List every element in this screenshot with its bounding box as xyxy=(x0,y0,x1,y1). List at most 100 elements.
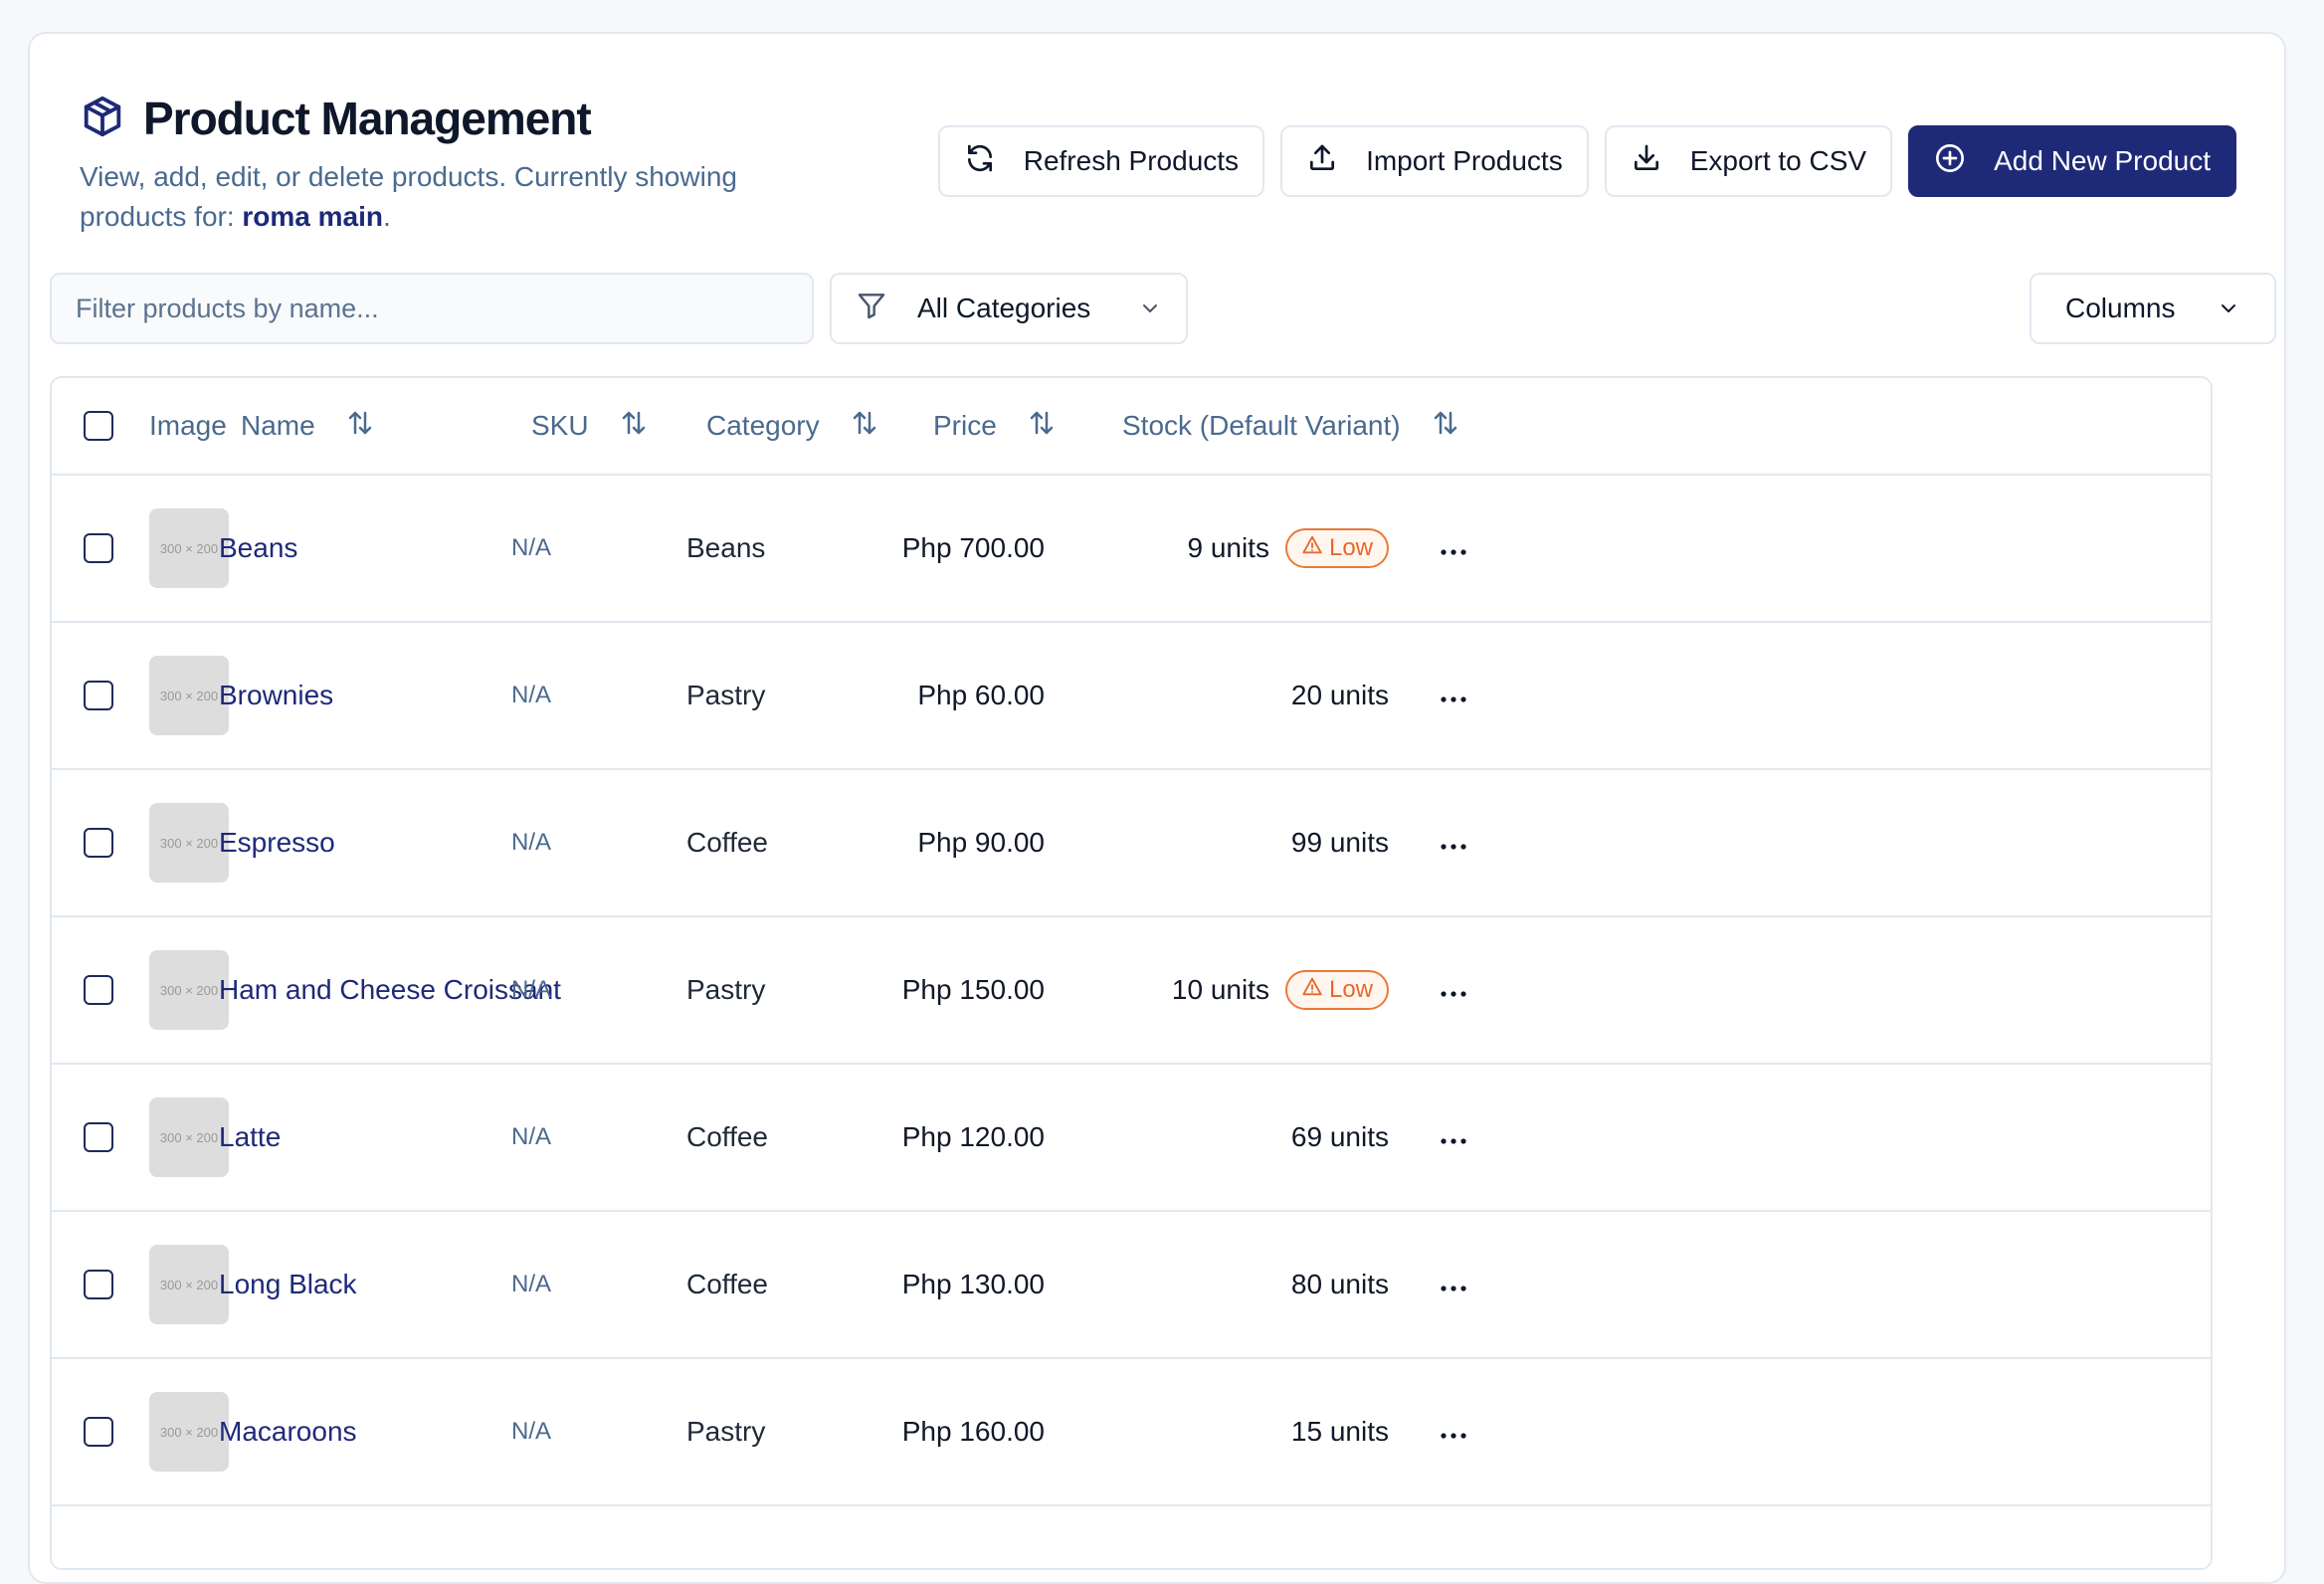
row-checkbox[interactable] xyxy=(84,1417,113,1447)
table-row[interactable]: 300 × 200 Ham and Cheese Croissant N/A P… xyxy=(52,917,2211,1065)
row-checkbox[interactable] xyxy=(84,1122,113,1152)
product-sku: N/A xyxy=(511,1418,552,1445)
more-horizontal-icon xyxy=(1439,1416,1468,1448)
column-header-category[interactable]: Category xyxy=(706,378,879,474)
sort-icon[interactable] xyxy=(1027,408,1057,445)
product-price: Php 60.00 xyxy=(917,680,1045,710)
product-category: Coffee xyxy=(686,1269,768,1299)
row-select-cell xyxy=(84,770,113,915)
table-row[interactable]: 300 × 200 Espresso N/A Coffee Php 90.00 … xyxy=(52,770,2211,917)
product-stock: 15 units xyxy=(1290,1416,1389,1447)
row-select-cell xyxy=(84,917,113,1063)
import-products-label: Import Products xyxy=(1366,145,1563,176)
sort-icon[interactable] xyxy=(1431,408,1460,445)
row-checkbox[interactable] xyxy=(84,681,113,710)
product-image-cell: 300 × 200 xyxy=(149,770,229,915)
product-thumbnail: 300 × 200 xyxy=(149,950,229,1030)
column-header-stock[interactable]: Stock (Default Variant) xyxy=(1122,378,1460,474)
product-category: Pastry xyxy=(686,1416,766,1447)
product-name[interactable]: Macaroons xyxy=(219,1359,357,1504)
row-actions-button[interactable] xyxy=(1419,1065,1488,1210)
column-header-category-label: Category xyxy=(706,410,820,441)
table-header: Image Name SKU Category Price Stock (Def… xyxy=(52,378,2211,476)
row-checkbox[interactable] xyxy=(84,828,113,858)
more-horizontal-icon xyxy=(1439,1269,1468,1300)
row-actions-button[interactable] xyxy=(1419,770,1488,915)
product-stock-cell: 80 units xyxy=(1106,1212,1389,1357)
sort-icon[interactable] xyxy=(345,408,375,445)
product-stock: 99 units xyxy=(1290,827,1389,858)
refresh-products-button[interactable]: Refresh Products xyxy=(937,125,1265,197)
column-header-price[interactable]: Price xyxy=(933,378,1057,474)
page-title: Product Management xyxy=(143,93,592,144)
product-price: Php 130.00 xyxy=(901,1269,1045,1299)
column-header-price-label: Price xyxy=(933,410,997,441)
product-thumbnail: 300 × 200 xyxy=(149,1245,229,1324)
filter-icon xyxy=(856,290,887,328)
table-row[interactable]: 300 × 200 Macaroons N/A Pastry Php 160.0… xyxy=(52,1359,2211,1506)
subtitle-suffix: . xyxy=(383,201,391,232)
subtitle-text: View, add, edit, or delete products. Cur… xyxy=(80,161,737,232)
sort-icon[interactable] xyxy=(850,408,879,445)
more-horizontal-icon xyxy=(1439,974,1468,1006)
product-thumbnail: 300 × 200 xyxy=(149,656,229,735)
product-sku: N/A xyxy=(511,534,552,561)
column-header-name[interactable]: Name xyxy=(241,378,375,474)
row-select-cell xyxy=(84,1065,113,1210)
row-select-cell xyxy=(84,476,113,621)
table-row[interactable]: 300 × 200 Brownies N/A Pastry Php 60.00 … xyxy=(52,623,2211,770)
warning-icon xyxy=(1301,534,1323,563)
import-products-button[interactable]: Import Products xyxy=(1280,125,1589,197)
row-actions-button[interactable] xyxy=(1419,1359,1488,1504)
plus-circle-icon xyxy=(1934,142,1966,181)
export-csv-button[interactable]: Export to CSV xyxy=(1604,125,1893,197)
product-price: Php 150.00 xyxy=(901,974,1045,1005)
product-stock-cell: 10 units Low xyxy=(1106,917,1389,1063)
add-new-product-button[interactable]: Add New Product xyxy=(1908,125,2236,197)
product-category: Coffee xyxy=(686,1121,768,1152)
row-checkbox[interactable] xyxy=(84,1270,113,1299)
product-search-input[interactable] xyxy=(50,273,814,344)
row-actions-button[interactable] xyxy=(1419,476,1488,621)
product-image-cell: 300 × 200 xyxy=(149,1065,229,1210)
row-actions-button[interactable] xyxy=(1419,623,1488,768)
product-name[interactable]: Brownies xyxy=(219,623,333,768)
export-csv-label: Export to CSV xyxy=(1689,145,1867,176)
row-checkbox[interactable] xyxy=(84,533,113,563)
row-actions-button[interactable] xyxy=(1419,917,1488,1063)
low-stock-badge: Low xyxy=(1284,970,1389,1010)
product-sku: N/A xyxy=(511,682,552,708)
table-row[interactable]: 300 × 200 Latte N/A Coffee Php 120.00 69… xyxy=(52,1065,2211,1212)
more-horizontal-icon xyxy=(1439,680,1468,711)
category-filter-select[interactable]: All Categories xyxy=(830,273,1188,344)
table-body: 300 × 200 Beans N/A Beans Php 700.00 9 u… xyxy=(52,476,2211,1506)
row-checkbox[interactable] xyxy=(84,975,113,1005)
product-image-cell: 300 × 200 xyxy=(149,917,229,1063)
row-actions-button[interactable] xyxy=(1419,1212,1488,1357)
column-header-name-label: Name xyxy=(241,410,315,441)
product-name[interactable]: Long Black xyxy=(219,1212,357,1357)
product-stock-cell: 99 units xyxy=(1106,770,1389,915)
location-name: roma main xyxy=(242,201,384,232)
product-name[interactable]: Espresso xyxy=(219,770,335,915)
product-stock: 69 units xyxy=(1290,1121,1389,1152)
product-name[interactable]: Beans xyxy=(219,476,297,621)
page-header: Product Management View, add, edit, or d… xyxy=(80,92,836,237)
product-category: Beans xyxy=(686,532,766,563)
product-image-cell: 300 × 200 xyxy=(149,623,229,768)
table-row[interactable]: 300 × 200 Long Black N/A Coffee Php 130.… xyxy=(52,1212,2211,1359)
table-row[interactable]: 300 × 200 Beans N/A Beans Php 700.00 9 u… xyxy=(52,476,2211,623)
product-price: Php 700.00 xyxy=(901,532,1045,563)
columns-toggle-button[interactable]: Columns xyxy=(2030,273,2276,344)
sort-icon[interactable] xyxy=(619,408,649,445)
product-category: Pastry xyxy=(686,680,766,710)
product-image-cell: 300 × 200 xyxy=(149,1212,229,1357)
select-all-cell xyxy=(84,378,113,474)
product-name[interactable]: Ham and Cheese Croissant xyxy=(219,917,561,1063)
chevron-down-icon xyxy=(2217,297,2240,320)
column-header-sku[interactable]: SKU xyxy=(531,378,649,474)
more-horizontal-icon xyxy=(1439,532,1468,564)
product-name[interactable]: Latte xyxy=(219,1065,281,1210)
product-category: Pastry xyxy=(686,974,766,1005)
select-all-checkbox[interactable] xyxy=(84,411,113,441)
